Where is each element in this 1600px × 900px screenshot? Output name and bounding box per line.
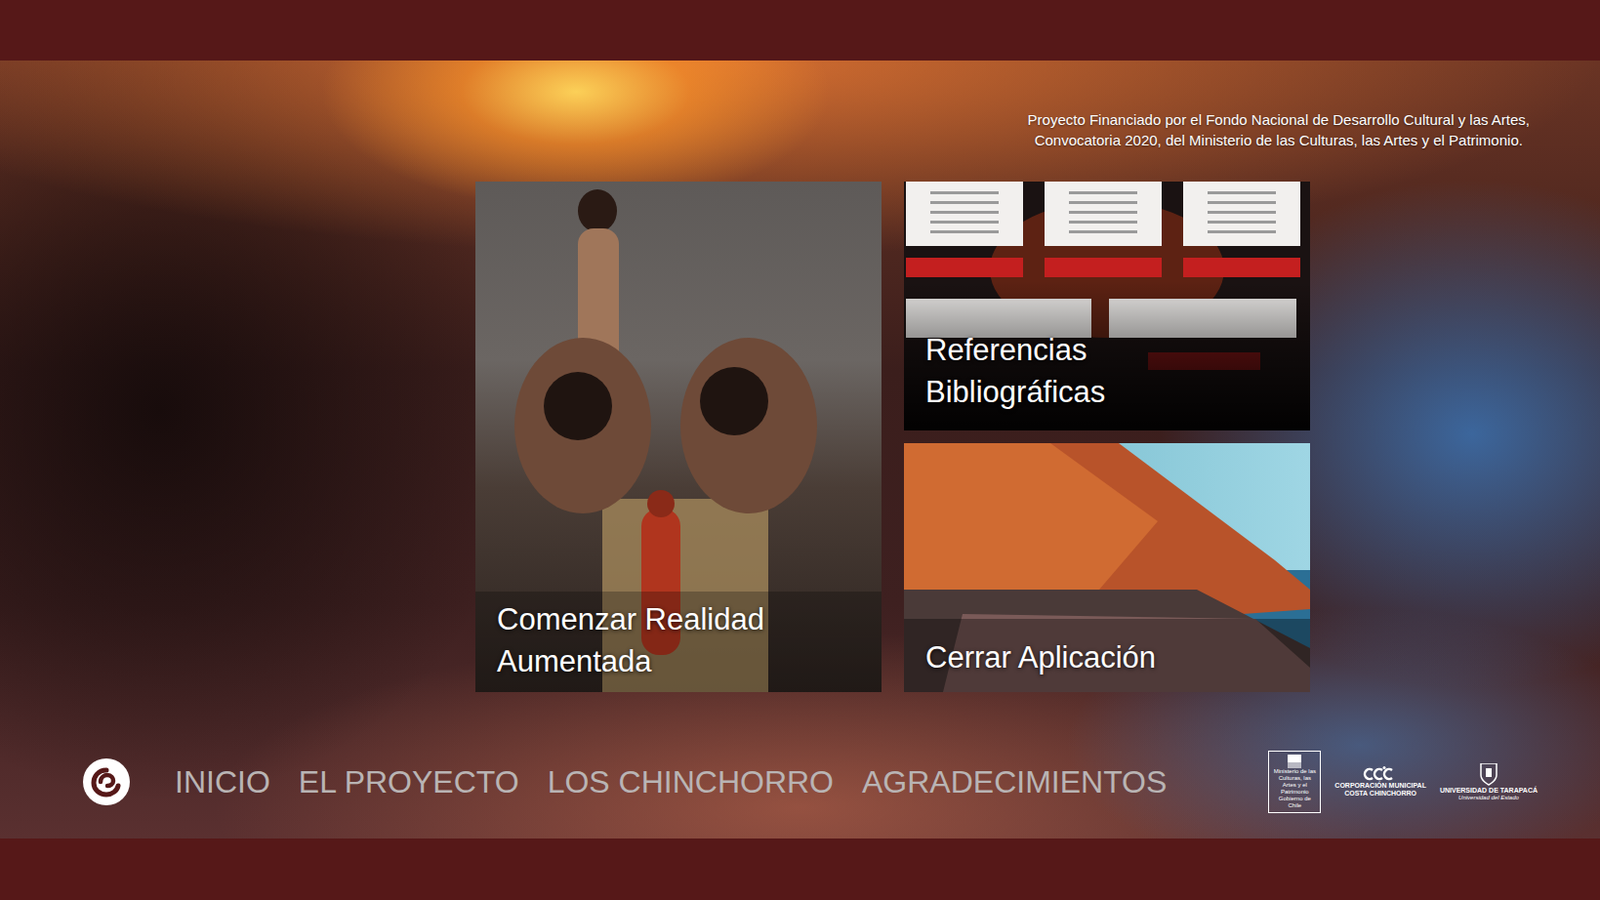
app-logo-icon: [82, 757, 131, 807]
ccc-emblem-icon: [1362, 766, 1398, 782]
menu-card[interactable]: Referencias Bibliográficas: [903, 181, 1311, 431]
sponsor-text: Ministerio de las Culturas, las Artes y …: [1272, 768, 1316, 796]
sponsor-logo: CORPORACIÓN MUNICIPALCOSTA CHINCHORRO: [1334, 766, 1427, 798]
main-area: Proyecto Financiado por el Fondo Naciona…: [0, 60, 1600, 839]
menu-card[interactable]: Cerrar Aplicación: [903, 443, 1311, 693]
funding-line: Proyecto Financiado por el Fondo Naciona…: [1027, 109, 1530, 130]
sponsor-text: Gobierno de Chile: [1272, 795, 1316, 810]
menu-cards: Comenzar Realidad Aumentada Referencias B…: [475, 181, 1600, 693]
nav-links: INICIO EL PROYECTO LOS CHINCHORRO AGRADECIM…: [174, 762, 1167, 802]
nav-link[interactable]: INICIO: [174, 762, 271, 802]
top-bar: [0, 0, 1600, 61]
uta-emblem-icon: [1473, 763, 1505, 787]
funding-note: Proyecto Financiado por el Fondo Naciona…: [1027, 109, 1600, 151]
bottom-bar: [0, 838, 1600, 900]
card-label[interactable]: Referencias Bibliográficas: [925, 328, 1238, 413]
sponsor-logo: Ministerio de las Culturas, las Artes y …: [1268, 750, 1321, 814]
card-label[interactable]: Cerrar Aplicación: [925, 636, 1156, 679]
sponsor-logo: UNIVERSIDAD DE TARAPACÁUniversidad del E…: [1439, 763, 1538, 802]
sponsor-text: CORPORACIÓN MUNICIPAL: [1334, 781, 1427, 790]
card-label[interactable]: Comenzar Realidad Aumentada: [496, 598, 810, 683]
nav-link[interactable]: AGRADECIMIENTOS: [861, 762, 1167, 802]
sponsor-text: UNIVERSIDAD DE TARAPACÁ: [1439, 786, 1538, 795]
sponsor-text: Universidad del Estado: [1458, 794, 1519, 802]
ministerio-emblem-icon: [1284, 754, 1305, 769]
bottom-nav: INICIO EL PROYECTO LOS CHINCHORRO AGRADECIM…: [0, 750, 1600, 814]
sponsor-text: COSTA CHINCHORRO: [1344, 789, 1417, 798]
funding-line: Convocatoria 2020, del Ministerio de las…: [1027, 129, 1530, 151]
sponsor-logos: Ministerio de las Culturas, las Artes y …: [1268, 750, 1538, 814]
nav-link[interactable]: EL PROYECTO: [298, 762, 520, 802]
nav-link[interactable]: LOS CHINCHORRO: [547, 762, 834, 802]
menu-card[interactable]: Comenzar Realidad Aumentada: [475, 181, 882, 693]
